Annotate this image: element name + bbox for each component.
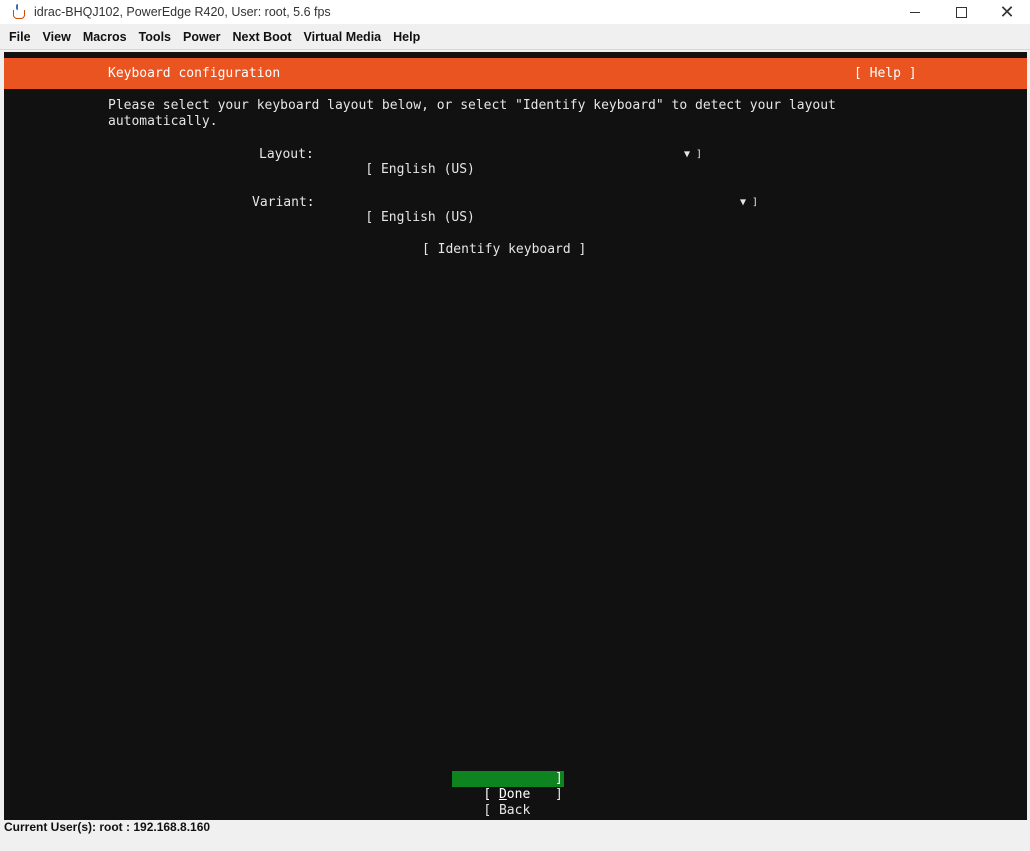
menu-divider bbox=[0, 49, 1030, 50]
maximize-button[interactable] bbox=[938, 0, 984, 24]
menu-virtual-media[interactable]: Virtual Media bbox=[298, 30, 388, 44]
chevron-down-icon: ▼ ] bbox=[740, 197, 759, 208]
close-button[interactable]: ✕ bbox=[984, 0, 1030, 24]
menu-bar: File View Macros Tools Power Next Boot V… bbox=[0, 25, 1030, 49]
help-button[interactable]: [ Help ] bbox=[854, 66, 917, 81]
done-button[interactable]: [ Done ] bbox=[452, 771, 564, 802]
menu-help[interactable]: Help bbox=[387, 30, 426, 44]
page-title: Keyboard configuration bbox=[108, 66, 281, 81]
menu-power[interactable]: Power bbox=[177, 30, 227, 44]
header-bar: Keyboard configuration [ Help ] bbox=[4, 58, 1027, 89]
back-label: [ Back bbox=[483, 803, 531, 818]
done-close-bracket: ] bbox=[555, 771, 563, 786]
java-cup-icon bbox=[12, 4, 26, 20]
close-icon: ✕ bbox=[999, 2, 1015, 22]
minimize-button[interactable] bbox=[892, 0, 938, 24]
layout-value: [ English (US) bbox=[365, 162, 475, 177]
current-users-status: Current User(s): root : 192.168.8.160 bbox=[4, 820, 211, 834]
chevron-down-icon: ▼ ] bbox=[684, 149, 703, 160]
intro-text: Please select your keyboard layout below… bbox=[108, 98, 836, 129]
back-button[interactable]: [ Back ] bbox=[452, 787, 564, 818]
window-title: idrac-BHQJ102, PowerEdge R420, User: roo… bbox=[34, 5, 331, 19]
menu-tools[interactable]: Tools bbox=[133, 30, 177, 44]
identify-keyboard-button[interactable]: [ Identify keyboard ] bbox=[422, 242, 586, 257]
back-close-bracket: ] bbox=[555, 787, 563, 802]
window-title-bar: idrac-BHQJ102, PowerEdge R420, User: roo… bbox=[0, 0, 1030, 24]
minimize-icon bbox=[910, 11, 920, 13]
layout-label: Layout: bbox=[259, 147, 314, 162]
remote-console-screen[interactable]: Keyboard configuration [ Help ] Please s… bbox=[4, 52, 1027, 820]
maximize-icon bbox=[955, 6, 967, 18]
window-controls: ✕ bbox=[892, 0, 1030, 24]
menu-macros[interactable]: Macros bbox=[77, 30, 133, 44]
menu-next-boot[interactable]: Next Boot bbox=[227, 30, 298, 44]
variant-label: Variant: bbox=[252, 195, 315, 210]
menu-file[interactable]: File bbox=[0, 30, 37, 44]
status-bar: Current User(s): root : 192.168.8.160 bbox=[0, 820, 1030, 835]
variant-value: [ English (US) bbox=[365, 210, 475, 225]
menu-view[interactable]: View bbox=[37, 30, 77, 44]
